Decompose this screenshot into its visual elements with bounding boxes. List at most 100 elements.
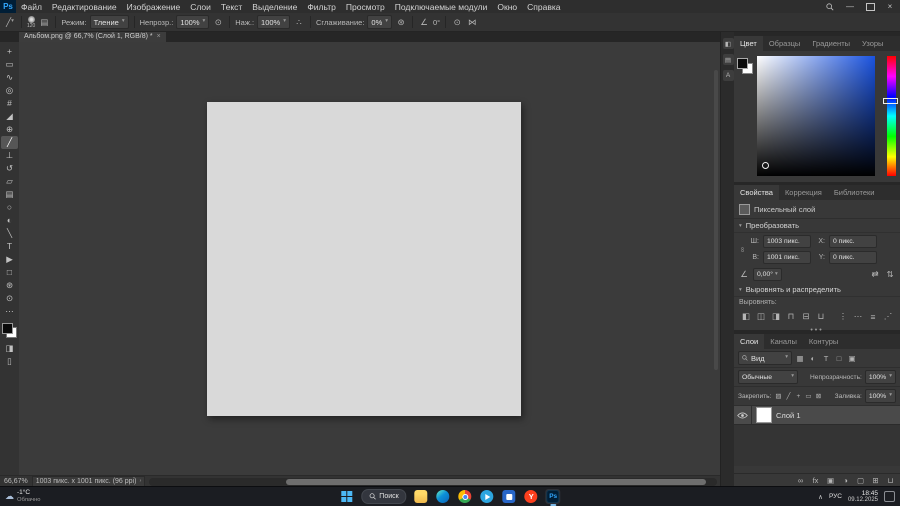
lock-paint-icon[interactable]: ╱ [784,391,792,401]
distribute-1-button[interactable]: ⋮ [837,310,849,323]
gradient-tool[interactable]: ▤ [1,188,18,201]
menubar-item[interactable]: Слои [185,2,216,12]
new-layer-icon[interactable]: ⊞ [871,475,880,486]
close-button[interactable]: × [880,0,900,13]
foreground-color-chip[interactable] [737,58,748,69]
flow-select[interactable]: 100% ▾ [257,15,290,29]
link-dimensions-icon[interactable]: ∞ [739,246,746,254]
vertical-scroll-thumb[interactable] [714,69,718,371]
foreground-color-chip[interactable] [2,323,13,334]
collapsed-panel-character-icon[interactable]: A [722,70,734,81]
brush-angle-value[interactable]: 0° [433,18,440,27]
panel-tab[interactable]: Контуры [803,334,844,349]
align-bottom-button[interactable]: ⊔ [815,310,827,323]
blend-mode-select[interactable]: Тление ▾ [89,15,129,29]
layer-row[interactable]: Слой 1 [734,406,900,425]
foreground-background-colors[interactable] [2,323,17,338]
link-layers-icon[interactable]: ∞ [796,475,805,486]
lock-all-icon[interactable]: ⊠ [814,391,822,401]
store-app[interactable] [502,489,517,504]
tool-preset-picker[interactable]: ╱ ▾ [4,16,16,29]
layer-fill-select[interactable]: 100% ▾ [864,389,896,403]
menubar-item[interactable]: Окно [492,2,522,12]
align-center-h-button[interactable]: ◫ [755,310,767,323]
hand-tool[interactable]: ⊛ [1,279,18,292]
edit-toolbar-tool[interactable]: ⋯ [1,305,18,318]
menubar-item[interactable]: Текст [216,2,247,12]
layer-filter-select[interactable]: Вид ▾ [738,351,792,365]
brush-settings-panel-toggle[interactable]: ▤ [38,16,50,29]
path-selection-tool[interactable]: ▶ [1,253,18,266]
panel-tab[interactable]: Градиенты [806,36,856,51]
panel-tab[interactable]: Коррекция [779,185,828,200]
quick-mask-tool[interactable]: ◨ [1,342,18,355]
panel-tab[interactable]: Цвет [734,36,763,51]
filter-type-layers-icon[interactable]: T [820,352,832,365]
taskbar-search[interactable]: Поиск [361,489,407,504]
filter-smart-objects-icon[interactable]: ▣ [846,352,858,365]
distribute-3-button[interactable]: ≡ [867,310,879,323]
collapsed-panel-1-icon[interactable]: ◧ [722,38,734,49]
horizontal-scroll-thumb[interactable] [285,478,706,485]
lock-transparency-icon[interactable]: ▨ [774,391,782,401]
marquee-tool[interactable]: ▭ [1,58,18,71]
chrome-app[interactable] [458,489,473,504]
eraser-tool[interactable]: ▱ [1,175,18,188]
saturation-brightness-picker[interactable] [757,56,875,176]
size-pressure-icon[interactable]: ⊙ [451,16,463,29]
smoothing-select[interactable]: 0% ▾ [367,15,393,29]
lock-artboard-icon[interactable]: ▭ [804,391,812,401]
more-options-button[interactable]: ••• [734,325,900,334]
panel-tab[interactable]: Слои [734,334,765,349]
type-tool[interactable]: T [1,240,18,253]
edge-app[interactable] [436,489,451,504]
start-button[interactable] [339,489,354,504]
distribute-2-button[interactable]: ⋯ [852,310,864,323]
hue-slider-marker[interactable] [883,98,898,105]
filter-shape-layers-icon[interactable]: □ [833,352,845,365]
menubar-item[interactable]: Фильтр [302,2,341,12]
layer-blend-mode-select[interactable]: Обычные ▾ [738,370,798,384]
y-field[interactable]: 0 пикс. [829,251,877,264]
history-brush-tool[interactable]: ↺ [1,162,18,175]
eyedropper-tool[interactable]: ◢ [1,110,18,123]
layer-thumbnail[interactable] [756,407,772,423]
airbrush-icon[interactable]: ∴ [293,16,305,29]
notifications-icon[interactable] [884,491,895,502]
brush-tool[interactable]: ╱ [1,136,18,149]
transform-section-header[interactable]: ▾ Преобразовать [734,219,900,233]
crop-tool[interactable]: # [1,97,18,110]
healing-brush-tool[interactable]: ⊕ [1,123,18,136]
brush-preset-picker[interactable]: 120 [27,15,35,29]
menubar-item[interactable]: Файл [16,2,47,12]
move-tool[interactable]: + [1,45,18,58]
align-section-header[interactable]: ▾ Выровнять и распределить [734,283,900,297]
menubar-item[interactable]: Изображение [122,2,186,12]
width-field[interactable]: 1003 пикс. [763,235,811,248]
file-explorer-app[interactable] [414,489,429,504]
yandex-browser-app[interactable]: Y [524,489,539,504]
rotation-field[interactable]: 0,00° ▾ [753,268,782,281]
symmetry-icon[interactable]: ⋈ [466,16,478,29]
lasso-tool[interactable]: ∿ [1,71,18,84]
opacity-select[interactable]: 100% ▾ [176,15,210,29]
delete-layer-icon[interactable]: ⊔ [886,475,895,486]
lock-position-icon[interactable]: + [794,391,802,401]
flip-horizontal-icon[interactable]: ⇄ [869,268,881,281]
layer-name[interactable]: Слой 1 [776,411,801,420]
telegram-app[interactable] [480,489,495,504]
panel-tab[interactable]: Узоры [856,36,889,51]
color-picker-marker[interactable] [762,162,769,169]
align-left-button[interactable]: ◧ [740,310,752,323]
adjustment-layer-icon[interactable]: ◑ [841,475,850,486]
shape-tool[interactable]: □ [1,266,18,279]
layer-visibility-toggle[interactable] [734,406,752,424]
weather-widget[interactable]: ☁ -1°C Облачно [5,487,41,506]
layer-effects-icon[interactable]: fx [811,475,820,486]
blur-tool[interactable]: ○ [1,201,18,214]
horizontal-scrollbar[interactable] [149,477,717,486]
pen-tool[interactable]: ╲ [1,227,18,240]
flip-vertical-icon[interactable]: ⇅ [884,268,896,281]
panel-tab[interactable]: Каналы [764,334,803,349]
tab-close-icon[interactable]: × [157,33,161,40]
